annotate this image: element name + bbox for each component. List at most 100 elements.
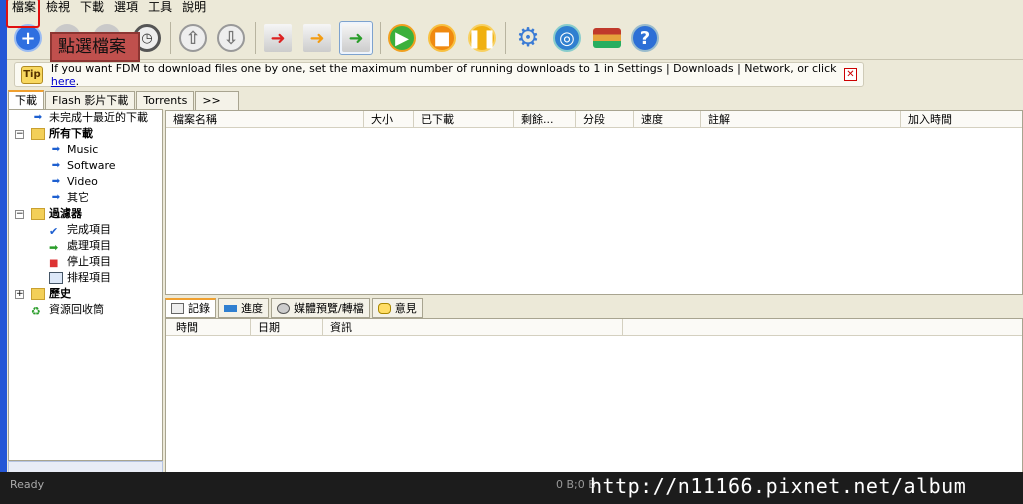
tree-item-other[interactable]: ➡ 其它 <box>49 190 89 206</box>
tip-bar: Tip If you want FDM to download files on… <box>14 61 864 88</box>
traffic-high-button[interactable]: ➜ <box>339 21 373 55</box>
collapse-icon[interactable]: − <box>15 130 24 139</box>
bottom-tabs: 記錄 進度 媒體預覽/轉檔 意見 <box>165 298 425 318</box>
tip-icon: Tip <box>21 65 43 84</box>
tree-item-music[interactable]: ➡ Music <box>49 142 99 158</box>
menu-options[interactable]: 選項 <box>109 0 143 16</box>
menu-download[interactable]: 下載 <box>75 0 109 16</box>
recycle-bin-icon: ♻ <box>31 305 41 318</box>
start-all-button[interactable]: ▶ <box>385 21 419 55</box>
column-info[interactable]: 資訊 <box>323 319 623 336</box>
tip-text: If you want FDM to download files one by… <box>50 61 837 88</box>
traffic-low-icon: ➜ <box>264 24 292 52</box>
menu-bar: 檔案 檢視 下載 選項 工具 說明 <box>7 0 1023 16</box>
move-down-button[interactable]: ⇩ <box>214 21 248 55</box>
progress-icon <box>224 304 237 312</box>
download-list: 檔案名稱 大小 已下載 剩餘... 分段 速度 註解 加入時間 <box>165 110 1023 295</box>
traffic-low-button[interactable]: ➜ <box>261 21 295 55</box>
camera-icon <box>277 302 290 314</box>
column-comment[interactable]: 註解 <box>701 111 901 128</box>
tree-item-scheduled[interactable]: 排程項目 <box>49 270 111 286</box>
toolbar-separator <box>505 22 506 54</box>
move-up-icon: ⇧ <box>179 24 207 52</box>
tab-torrents[interactable]: Torrents <box>136 91 195 110</box>
column-downloaded[interactable]: 已下載 <box>414 111 514 128</box>
column-remaining[interactable]: 剩餘... <box>514 111 576 128</box>
tree-item-filters[interactable]: 過濾器 <box>31 206 82 222</box>
collapse-icon[interactable]: − <box>15 210 24 219</box>
expand-icon[interactable]: + <box>15 290 24 299</box>
opinion-icon <box>377 302 391 314</box>
tree-item-all[interactable]: 所有下載 <box>31 126 93 142</box>
column-file-name[interactable]: 檔案名稱 <box>166 111 364 128</box>
tab-flash-video[interactable]: Flash 影片下載 <box>45 91 136 110</box>
tab-media-preview[interactable]: 媒體預覽/轉檔 <box>271 298 370 318</box>
stop-all-button[interactable]: ■ <box>425 21 459 55</box>
start-all-icon: ▶ <box>388 24 416 52</box>
column-speed[interactable]: 速度 <box>634 111 701 128</box>
stop-all-icon: ■ <box>428 24 456 52</box>
annotation-callout: 點選檔案 <box>50 32 140 62</box>
tree-item-software[interactable]: ➡ Software <box>49 158 116 174</box>
tree-item-in-progress[interactable]: ➡ 處理項目 <box>49 238 111 254</box>
traffic-medium-icon: ➜ <box>303 24 331 52</box>
download-arrow-icon: ➡ <box>51 160 61 171</box>
tree-item-recycle-bin[interactable]: ♻ 資源回收筒 <box>31 302 104 318</box>
main-tabs: 下載 Flash 影片下載 Torrents >> <box>8 90 240 110</box>
tree-item-completed[interactable]: ✔ 完成項目 <box>49 222 111 238</box>
tutorial-books-icon <box>593 28 621 48</box>
tree-item-video[interactable]: ➡ Video <box>49 174 98 190</box>
stop-square-icon: ■ <box>49 258 59 269</box>
close-icon[interactable]: ✕ <box>844 68 857 81</box>
file-menu-highlight <box>6 0 40 28</box>
download-arrow-icon: ➡ <box>51 176 61 187</box>
help-button[interactable]: ? <box>628 21 662 55</box>
traffic-high-icon: ➜ <box>342 24 370 52</box>
menu-tools[interactable]: 工具 <box>143 0 177 16</box>
tab-log[interactable]: 記錄 <box>165 298 216 318</box>
tab-progress[interactable]: 進度 <box>218 298 269 318</box>
category-tree: ➡ 未完成十最近的下載 − 所有下載 ➡ Music ➡ Software ➡ Vide… <box>8 109 163 461</box>
tree-item-stopped[interactable]: ■ 停止項目 <box>49 254 111 270</box>
tutorial-button[interactable] <box>590 21 624 55</box>
checkmark-icon: ✔ <box>49 225 59 238</box>
toolbar: + ◷ ⇧ ⇩ ➜ ➜ ➜ ▶ ■ ❚❚ ⚙ ◎ ? <box>7 17 1023 60</box>
pause-all-icon: ❚❚ <box>467 24 497 52</box>
toolbar-separator <box>380 22 381 54</box>
watermark: http://n11166.pixnet.net/album <box>590 474 967 498</box>
column-added-time[interactable]: 加入時間 <box>901 111 1023 128</box>
folder-icon <box>31 208 45 220</box>
download-arrow-icon: ➡ <box>51 144 61 155</box>
add-download-icon: + <box>14 24 42 52</box>
move-up-button[interactable]: ⇧ <box>176 21 210 55</box>
desktop-edge <box>0 0 7 504</box>
column-size[interactable]: 大小 <box>364 111 414 128</box>
column-sections[interactable]: 分段 <box>576 111 634 128</box>
menu-help[interactable]: 說明 <box>177 0 211 16</box>
download-arrow-icon: ➡ <box>51 192 61 203</box>
community-button[interactable]: ◎ <box>550 21 584 55</box>
green-arrow-icon: ➡ <box>49 241 59 254</box>
folder-icon <box>31 128 45 140</box>
settings-gear-icon: ⚙ <box>516 23 540 53</box>
log-list: 時間 日期 資訊 <box>165 318 1023 474</box>
move-down-icon: ⇩ <box>217 24 245 52</box>
settings-button[interactable]: ⚙ <box>511 21 545 55</box>
tab-downloads[interactable]: 下載 <box>8 90 44 110</box>
tree-item-history[interactable]: 歷史 <box>31 286 71 302</box>
schedule-icon <box>49 272 63 284</box>
community-globe-icon: ◎ <box>553 24 581 52</box>
traffic-medium-button[interactable]: ➜ <box>300 21 334 55</box>
tree-item-recent[interactable]: ➡ 未完成十最近的下載 <box>31 110 148 126</box>
column-date[interactable]: 日期 <box>251 319 323 336</box>
pause-all-button[interactable]: ❚❚ <box>465 21 499 55</box>
tip-here-link[interactable]: here <box>51 75 76 88</box>
folder-icon <box>31 288 45 300</box>
column-time[interactable]: 時間 <box>166 319 251 336</box>
menu-view[interactable]: 檢視 <box>41 0 75 16</box>
tab-opinions[interactable]: 意見 <box>371 298 423 318</box>
toolbar-separator <box>255 22 256 54</box>
status-text: Ready <box>10 478 45 491</box>
tab-more[interactable]: >> <box>195 91 240 110</box>
log-icon <box>171 303 184 314</box>
